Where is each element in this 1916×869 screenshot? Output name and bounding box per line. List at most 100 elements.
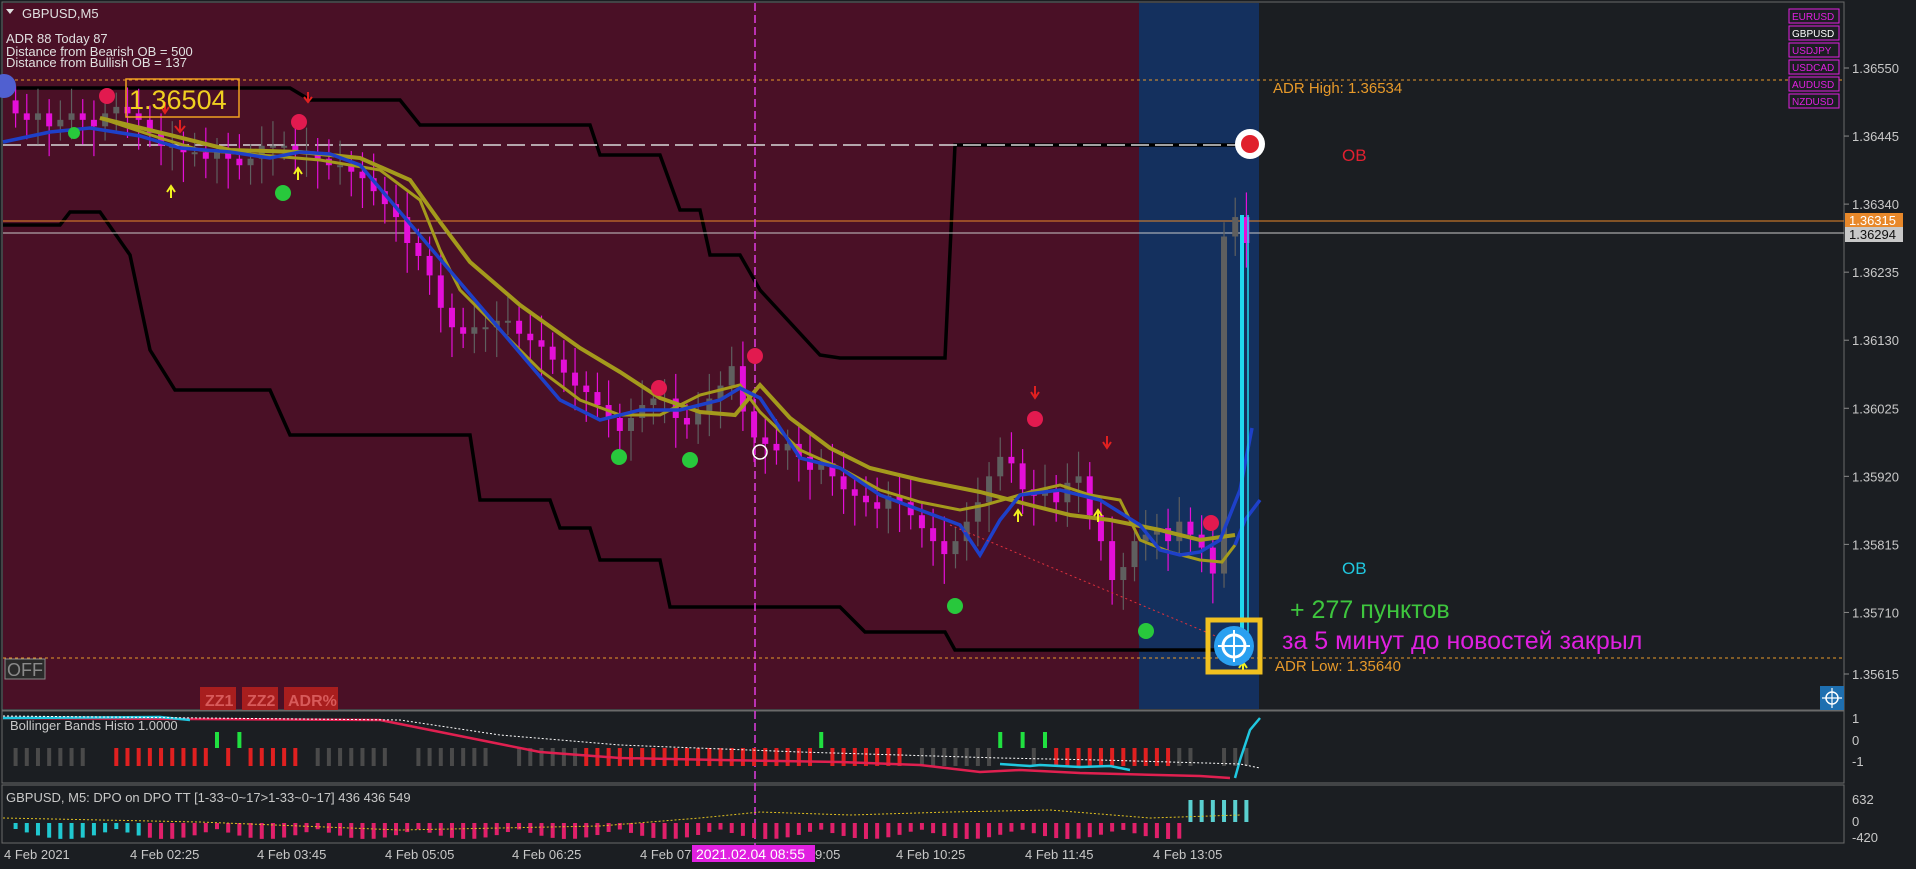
candle-body [1019, 463, 1026, 490]
histo-bar [382, 748, 387, 766]
candle-body [471, 327, 478, 334]
dpo-bar [606, 823, 611, 832]
dpo-bar [24, 823, 29, 833]
dpo-bar [1143, 823, 1148, 837]
dpo-bar [852, 823, 857, 838]
candle-body [986, 476, 993, 503]
histo-bar [1098, 748, 1103, 766]
off-button[interactable]: OFF [7, 660, 43, 680]
dpo-bar [1154, 823, 1159, 839]
histo-bar [1043, 732, 1047, 748]
histo-bar [729, 748, 734, 766]
histo-bar [80, 748, 85, 766]
candle-body [918, 515, 925, 529]
histo-bar [1177, 748, 1182, 766]
histo-bar [561, 748, 566, 766]
dpo-bar [830, 823, 835, 834]
ob-target-icon [1235, 129, 1265, 159]
zz2-button[interactable]: ZZ2 [247, 693, 276, 710]
histo-bar [696, 748, 701, 766]
dpo-bar [170, 823, 175, 839]
price-tick-label: 1.35615 [1852, 667, 1899, 682]
dpo-bar [371, 823, 376, 839]
candle-body [202, 152, 209, 159]
dpo-bar [1031, 823, 1036, 834]
histo-bar [472, 748, 477, 766]
histo-bar [684, 748, 689, 766]
candle-body [437, 275, 444, 308]
candle-body [46, 113, 53, 127]
dpo-bar [964, 823, 969, 839]
histo-bar [170, 748, 175, 766]
candle-body [337, 165, 344, 168]
dpo-bar [394, 823, 399, 836]
histo-bar [237, 732, 242, 748]
cursor-time-label: 2021.02.04 08:55 [696, 846, 805, 862]
candle-body [840, 476, 847, 490]
histo-bar [1166, 748, 1171, 766]
dpo-bar [338, 823, 343, 836]
price-tick-label: 1.35920 [1852, 469, 1899, 484]
dpo-bar [886, 823, 891, 838]
sub2-tick-label: 0 [1852, 814, 1859, 829]
candle-body [941, 541, 948, 555]
candle-body [113, 106, 120, 114]
dpo-bar [528, 823, 533, 833]
candle-body [628, 417, 634, 431]
symbol-button-nzdusd[interactable]: NZDUSD [1792, 97, 1834, 108]
candle-body [1075, 476, 1082, 483]
dpo-bar [1177, 823, 1182, 839]
symbol-button-eurusd[interactable]: EURUSD [1792, 12, 1834, 23]
symbol-button-gbpusd[interactable]: GBPUSD [1792, 29, 1834, 40]
candle-body [572, 372, 579, 386]
dpo-bar [147, 823, 152, 838]
dpo-bar [752, 823, 757, 838]
profit-label: + 277 пунктов [1290, 596, 1450, 624]
histo-bar [931, 748, 936, 766]
time-tick-label: 4 Feb 05:05 [385, 847, 454, 862]
histo-bar [35, 748, 40, 766]
tool-buttons: ZZ1 ZZ2 ADR% [200, 687, 338, 710]
histo-bar [226, 748, 231, 766]
dpo-bar [763, 823, 768, 839]
histo-bar [707, 748, 712, 766]
dpo-bar [315, 823, 320, 830]
symbol-button-usdcad[interactable]: USDCAD [1792, 63, 1834, 74]
candle-body [23, 113, 30, 120]
candle-body [1232, 217, 1239, 237]
dpo-bar [1020, 823, 1025, 830]
histo-bar [181, 748, 186, 766]
dpo-bar [136, 823, 141, 836]
dpo-bar [550, 823, 555, 838]
dpo-bar [58, 823, 63, 839]
candle-body [236, 158, 243, 166]
histo-bar [282, 748, 287, 766]
histo-bar [203, 748, 208, 766]
dpo-bar [13, 823, 18, 829]
dpo-bar [349, 823, 354, 838]
candle-body [504, 320, 511, 323]
dpo-bar [405, 823, 410, 833]
dpo-bar [270, 823, 275, 839]
histo-bar [998, 732, 1003, 748]
dpo-bar [517, 823, 522, 830]
histo-bar [573, 748, 578, 766]
candle-body [482, 327, 489, 330]
dpo-bar [91, 823, 96, 836]
histo-bar [1054, 748, 1059, 766]
candle-body [281, 145, 288, 148]
sub1-tick-label: 1 [1852, 711, 1859, 726]
histo-bar [427, 748, 432, 766]
sub1-tick-label: -1 [1852, 754, 1864, 769]
histo-bar [673, 748, 678, 766]
symbol-button-audusd[interactable]: AUDUSD [1792, 80, 1834, 91]
symbol-button-usdjpy[interactable]: USDJPY [1792, 46, 1832, 57]
candle-body [549, 346, 556, 360]
zz1-button[interactable]: ZZ1 [205, 693, 234, 710]
price-callout-text: 1.36504 [129, 85, 227, 115]
dpo-bar [696, 823, 701, 835]
dpo-bar [841, 823, 846, 836]
dpo-bar [919, 823, 924, 830]
candle-body [952, 541, 959, 555]
adr-percent-button[interactable]: ADR% [288, 693, 337, 710]
